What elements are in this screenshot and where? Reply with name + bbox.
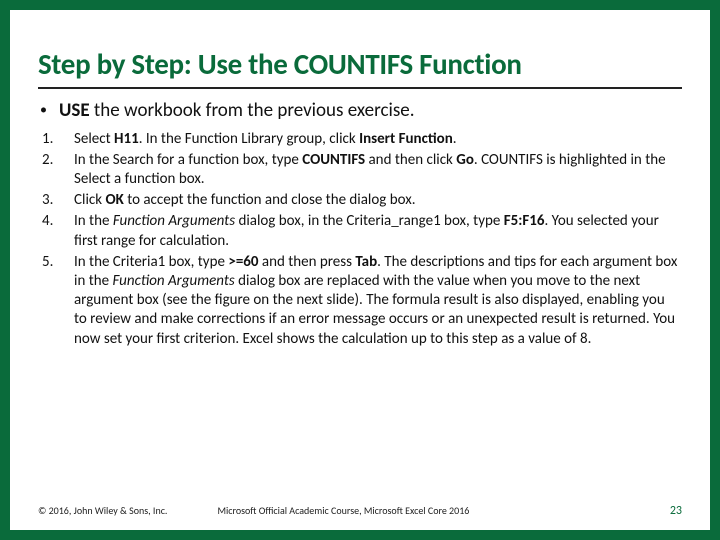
step-number: 3. (42, 191, 74, 210)
footer-copyright: © 2016, John Wiley & Sons, Inc. (38, 504, 217, 517)
step-item: 2.In the Search for a function box, type… (42, 151, 678, 189)
step-body: In the Search for a function box, type C… (74, 151, 678, 189)
step-body: Click OK to accept the function and clos… (74, 191, 678, 210)
step-number: 2. (42, 151, 74, 170)
step-item: 1.Select H11. In the Function Library gr… (42, 130, 678, 149)
footer: © 2016, John Wiley & Sons, Inc. Microsof… (38, 504, 682, 518)
footer-course: Microsoft Official Academic Course, Micr… (217, 504, 669, 517)
step-body: In the Criteria1 box, type >=60 and then… (74, 253, 678, 349)
slide: Step by Step: Use the COUNTIFS Function … (0, 0, 720, 540)
step-item: 4.In the Function Arguments dialog box, … (42, 212, 678, 250)
bullet-dot: • (40, 103, 47, 117)
lead-text: USE the workbook from the previous exerc… (59, 99, 415, 123)
slide-title: Step by Step: Use the COUNTIFS Function (38, 48, 682, 81)
step-number: 1. (42, 130, 74, 149)
step-item: 3.Click OK to accept the function and cl… (42, 191, 678, 210)
step-number: 5. (42, 253, 74, 272)
lead-bullet: • USE the workbook from the previous exe… (40, 99, 682, 123)
slide-content: • USE the workbook from the previous exe… (38, 99, 682, 348)
step-number: 4. (42, 212, 74, 231)
step-item: 5.In the Criteria1 box, type >=60 and th… (42, 253, 678, 349)
step-body: In the Function Arguments dialog box, in… (74, 212, 678, 250)
footer-page-number: 23 (670, 504, 682, 518)
title-rule (38, 87, 682, 89)
step-body: Select H11. In the Function Library grou… (74, 130, 678, 149)
steps-list: 1.Select H11. In the Function Library gr… (38, 130, 682, 349)
